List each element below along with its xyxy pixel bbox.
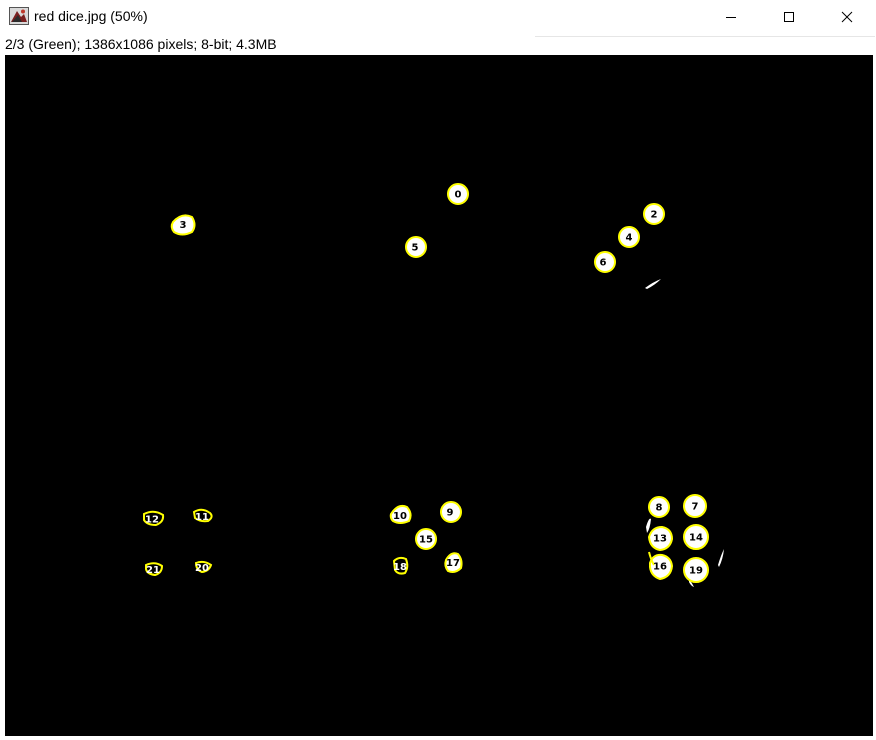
particle-label: 21 [146, 565, 160, 576]
close-button[interactable] [818, 0, 876, 34]
particle-20[interactable]: 20 [194, 560, 213, 574]
particle-11[interactable]: 11 [192, 508, 213, 523]
particle-13[interactable]: 13 [647, 525, 674, 552]
particle-10[interactable]: 10 [389, 504, 412, 524]
particle-label: 18 [393, 562, 407, 573]
image-display: 0 2 3 4 5 6 7 8 9 10 11 12 13 14 15 16 1… [143, 183, 724, 587]
image-info-bar: 2/3 (Green); 1386x1086 pixels; 8-bit; 4.… [5, 36, 277, 52]
particle-8[interactable]: 8 [648, 496, 670, 518]
particle-19[interactable]: 19 [683, 557, 709, 583]
maximize-button[interactable] [760, 0, 818, 34]
white-blob [718, 549, 724, 567]
particle-label: 17 [446, 558, 460, 569]
particle-label: 15 [419, 535, 433, 546]
particle-label: 19 [689, 566, 703, 577]
particle-label: 5 [412, 243, 419, 254]
maximize-icon [784, 12, 794, 22]
close-icon [841, 11, 853, 23]
particle-17[interactable]: 17 [444, 552, 463, 573]
particle-14[interactable]: 14 [683, 524, 709, 550]
particle-15[interactable]: 15 [415, 528, 437, 550]
particle-label: 7 [692, 502, 699, 513]
particle-label: 10 [393, 511, 407, 522]
particle-6[interactable]: 6 [594, 251, 616, 273]
imagej-app-icon[interactable] [9, 7, 29, 25]
particle-label: 20 [195, 563, 209, 574]
particle-18[interactable]: 18 [392, 556, 409, 575]
white-blob [646, 518, 651, 533]
image-window: red dice.jpg (50%) 2/3 (Green); 1386x108… [0, 0, 876, 740]
particle-label: 6 [600, 258, 607, 269]
white-blob [645, 279, 661, 289]
particle-label: 16 [653, 562, 667, 573]
particle-label: 3 [180, 220, 187, 231]
particle-12[interactable]: 12 [143, 510, 165, 527]
particle-16[interactable]: 16 [648, 551, 674, 581]
minimize-icon [726, 17, 736, 18]
title-bar[interactable]: red dice.jpg (50%) [0, 0, 876, 34]
particle-7[interactable]: 7 [683, 494, 707, 518]
particle-3[interactable]: 3 [170, 214, 196, 236]
minimize-button[interactable] [702, 0, 760, 34]
particle-label: 9 [447, 508, 454, 519]
particle-label: 4 [626, 233, 633, 244]
particle-0[interactable]: 0 [447, 183, 469, 205]
particle-4[interactable]: 4 [618, 226, 640, 248]
particle-label: 13 [653, 534, 667, 545]
particle-5[interactable]: 5 [405, 236, 427, 258]
particle-label: 8 [656, 503, 663, 514]
particle-21[interactable]: 21 [145, 562, 164, 577]
particle-9[interactable]: 9 [440, 501, 462, 523]
particle-label: 12 [145, 515, 159, 526]
particle-label: 2 [651, 210, 658, 221]
particle-2[interactable]: 2 [643, 203, 665, 225]
window-title: red dice.jpg (50%) [34, 8, 148, 24]
particle-label: 14 [689, 533, 703, 544]
title-divider [535, 36, 875, 37]
image-canvas[interactable]: 0 2 3 4 5 6 7 8 9 10 11 12 13 14 15 16 1… [5, 55, 873, 736]
particle-label: 11 [195, 512, 209, 523]
particle-label: 0 [455, 190, 462, 201]
